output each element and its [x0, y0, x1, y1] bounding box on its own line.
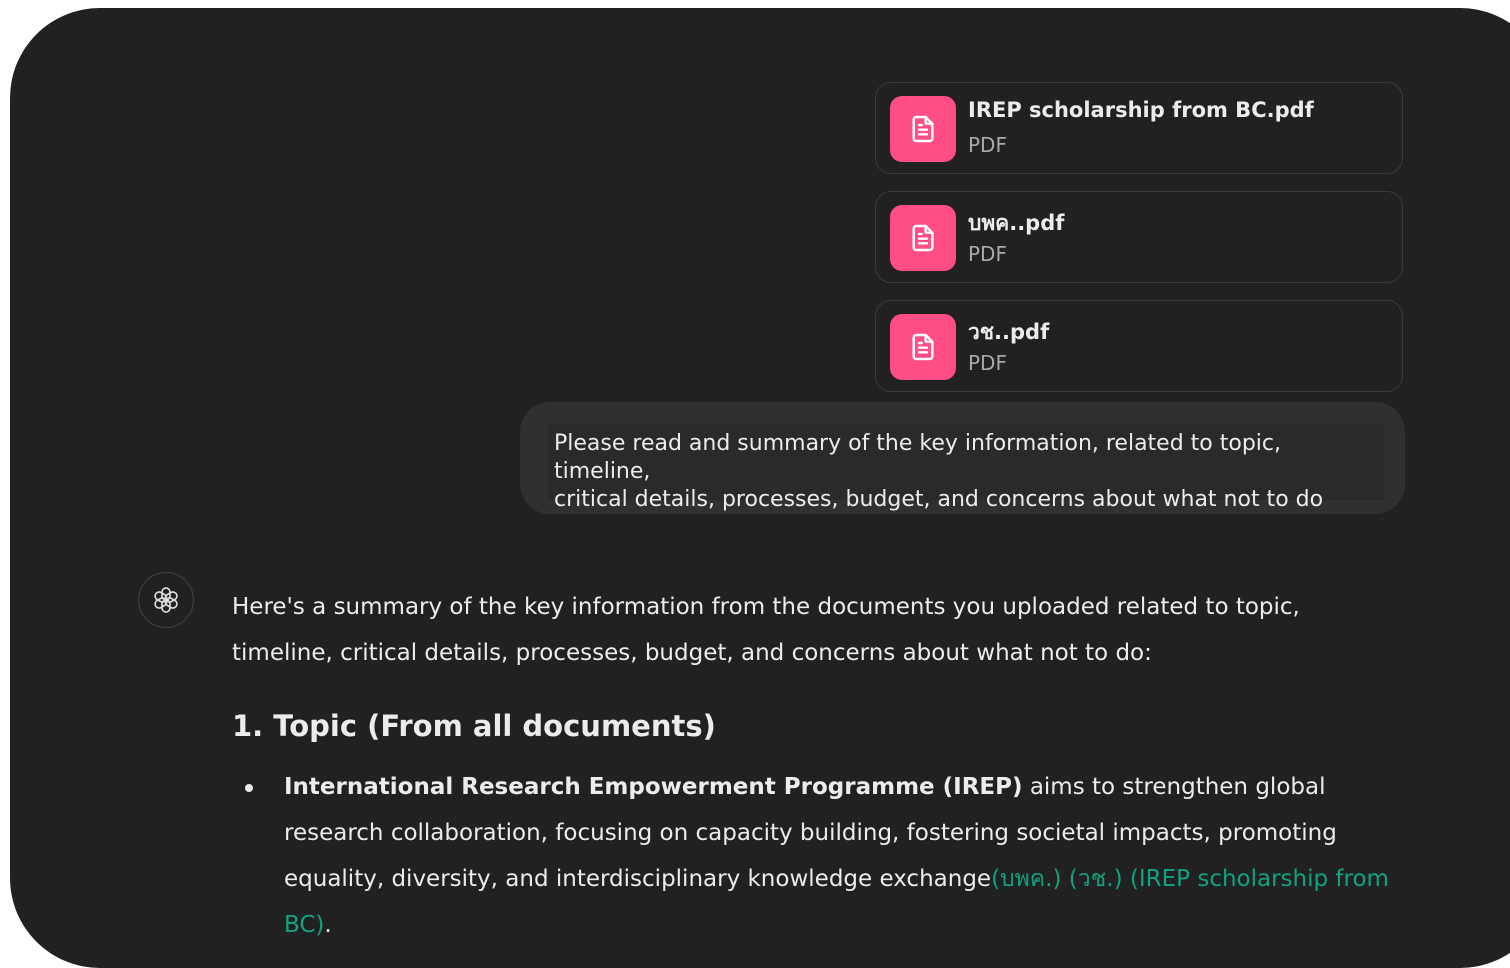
attachment-file-name: IREP scholarship from BC.pdf	[968, 98, 1314, 122]
attachment-card[interactable]: บพค..pdf PDF	[875, 191, 1403, 283]
document-icon	[890, 96, 956, 162]
openai-logo-icon	[138, 572, 194, 628]
bullet-bold-text: International Research Empowerment Progr…	[284, 774, 1023, 800]
bullet-list: International Research Empowerment Progr…	[232, 764, 1392, 948]
user-message-text: Please read and summary of the key infor…	[548, 424, 1384, 512]
attachment-card[interactable]: IREP scholarship from BC.pdf PDF	[875, 82, 1403, 174]
document-icon	[890, 205, 956, 271]
list-item: International Research Empowerment Progr…	[232, 764, 1392, 948]
chat-window: IREP scholarship from BC.pdf PDF บพค..pd…	[10, 8, 1510, 968]
attachment-file-name: วช..pdf	[968, 320, 1050, 344]
attachment-file-type: PDF	[968, 242, 1007, 266]
attachment-card[interactable]: วช..pdf PDF	[875, 300, 1403, 392]
bullet-end: .	[324, 912, 332, 938]
document-icon	[890, 314, 956, 380]
assistant-intro: Here's a summary of the key information …	[232, 594, 1300, 666]
user-message-bubble: Please read and summary of the key infor…	[520, 402, 1405, 514]
attachment-file-type: PDF	[968, 133, 1007, 157]
attachment-file-type: PDF	[968, 351, 1007, 375]
attachment-file-name: บพค..pdf	[968, 211, 1065, 235]
bullet-dot	[245, 784, 253, 792]
section-heading: 1. Topic (From all documents)	[232, 709, 716, 743]
user-message-line: critical details, processes, budget, and…	[554, 487, 1324, 512]
user-message-line: Please read and summary of the key infor…	[554, 431, 1282, 484]
assistant-message: Here's a summary of the key information …	[232, 584, 1392, 948]
